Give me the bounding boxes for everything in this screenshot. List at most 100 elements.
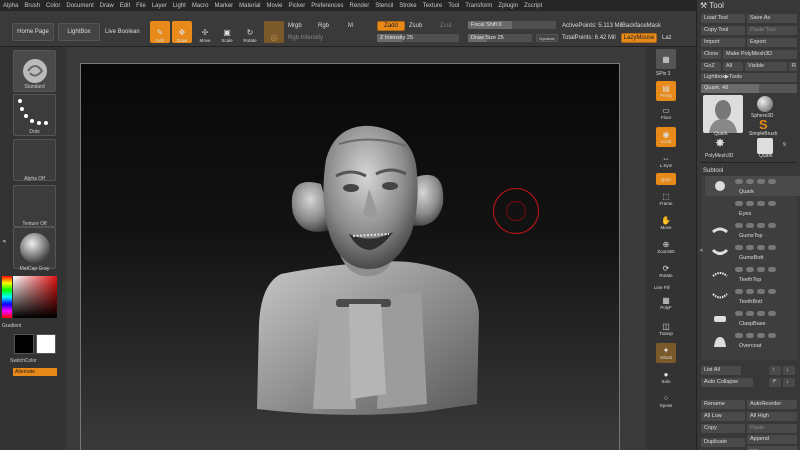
- zoom3d-button[interactable]: ⊕ Zoom3D: [656, 237, 676, 257]
- list-all-button[interactable]: List All: [701, 366, 741, 375]
- paste-button[interactable]: Paste: [747, 424, 797, 433]
- menu-color[interactable]: Color: [46, 3, 60, 9]
- material-thumbnail[interactable]: [13, 227, 56, 269]
- dynamic-button[interactable]: Dynamic: [536, 34, 558, 42]
- menu-stencil[interactable]: Stencil: [375, 3, 393, 9]
- menu-document[interactable]: Document: [66, 3, 93, 9]
- view-rotate-button[interactable]: ⟳ Rotate: [656, 261, 676, 281]
- menu-file[interactable]: File: [136, 3, 146, 9]
- menu-transform[interactable]: Transform: [465, 3, 492, 9]
- gradient-label[interactable]: Gradient: [2, 323, 45, 329]
- menu-light[interactable]: Light: [173, 3, 186, 9]
- tool-palette-header[interactable]: ⚒ Tool: [700, 1, 724, 10]
- menu-texture[interactable]: Texture: [423, 3, 443, 9]
- rgb-button[interactable]: Rgb: [318, 23, 329, 29]
- subtool-row[interactable]: GumsBott: [705, 242, 800, 262]
- bpr-button[interactable]: ▦: [656, 49, 676, 69]
- m-button[interactable]: M: [348, 23, 353, 29]
- solo-button[interactable]: ● Solo: [656, 367, 676, 387]
- lazymouse-button[interactable]: LazyMouse: [621, 33, 657, 43]
- subtool-row[interactable]: Quark: [705, 176, 800, 196]
- switch-color-button[interactable]: SwitchColor: [2, 358, 45, 364]
- append-button[interactable]: Append: [747, 435, 797, 444]
- menu-preferences[interactable]: Preferences: [311, 3, 343, 9]
- rename-button[interactable]: Rename: [701, 400, 745, 409]
- lightbox-button[interactable]: LightBox: [58, 23, 100, 41]
- alternate-button[interactable]: Alternate: [13, 368, 57, 376]
- move-up-icon[interactable]: ↑: [769, 366, 781, 375]
- focal-shift-slider[interactable]: Focal Shift 0: [468, 21, 556, 29]
- sphere3d-icon[interactable]: [757, 96, 773, 112]
- auto-reorder-button[interactable]: AutoReorder: [747, 400, 797, 409]
- zsub-button[interactable]: Zsub: [409, 23, 422, 29]
- arrow-right-icon[interactable]: ↱: [769, 378, 781, 387]
- move-down-icon[interactable]: ↓: [783, 366, 795, 375]
- menu-stroke[interactable]: Stroke: [399, 3, 416, 9]
- subtool-header[interactable]: Subtool: [703, 168, 723, 174]
- tool-thumb-quark[interactable]: [703, 95, 743, 133]
- floor-button[interactable]: ▭ Floor: [656, 103, 676, 123]
- menu-picker[interactable]: Picker: [289, 3, 306, 9]
- all-low-button[interactable]: All Low: [701, 412, 745, 421]
- paste-tool-button[interactable]: Paste Tool: [747, 26, 797, 35]
- auto-collapse-button[interactable]: Auto Collapse: [701, 378, 753, 387]
- menu-draw[interactable]: Draw: [100, 3, 114, 9]
- visible-button[interactable]: Visible: [745, 62, 787, 71]
- laz-slider[interactable]: Laz: [662, 35, 672, 41]
- menu-marker[interactable]: Marker: [214, 3, 233, 9]
- scale-button[interactable]: ▣ Scale: [217, 21, 237, 43]
- lsym-button[interactable]: ⇔ L.Sym: [656, 151, 676, 171]
- alpha-thumbnail[interactable]: [13, 139, 56, 181]
- xyz-button[interactable]: Qxyz: [656, 173, 676, 185]
- subtool-row[interactable]: GumsTop: [705, 220, 800, 240]
- frame-button[interactable]: ⬚ Frame: [656, 189, 676, 209]
- export-button[interactable]: Export: [747, 38, 797, 47]
- main-color-swatch[interactable]: [14, 334, 34, 354]
- make-polymesh-button[interactable]: Make PolyMesh3D: [723, 50, 797, 59]
- persp-button[interactable]: ▤ Persp: [656, 81, 676, 101]
- transp-button[interactable]: ◫ Transp: [656, 319, 676, 339]
- polyf-button[interactable]: ▦ PolyF: [656, 293, 676, 313]
- secondary-color-swatch[interactable]: [36, 334, 56, 354]
- view-move-button[interactable]: ✋ Move: [656, 213, 676, 233]
- r-button[interactable]: R: [789, 62, 797, 71]
- copy-button[interactable]: Copy: [701, 424, 745, 433]
- insert-button[interactable]: Insert: [747, 446, 797, 450]
- menu-brush[interactable]: Brush: [24, 3, 40, 9]
- menu-layer[interactable]: Layer: [152, 3, 167, 9]
- local-button[interactable]: ◉ Local: [656, 127, 676, 147]
- copy-tool-button[interactable]: Copy Tool: [701, 26, 745, 35]
- xpose-button[interactable]: ⁘ Xpose: [656, 391, 676, 411]
- load-tool-button[interactable]: Load Tool: [701, 14, 745, 23]
- hue-strip[interactable]: [2, 276, 12, 318]
- save-as-button[interactable]: Save As: [747, 14, 797, 23]
- subtool-row[interactable]: Eyes: [705, 198, 800, 218]
- goz-button[interactable]: GoZ: [701, 62, 721, 71]
- mrgb-button[interactable]: Mrgb: [288, 23, 302, 29]
- menu-render[interactable]: Render: [350, 3, 370, 9]
- rotate-button[interactable]: ↻ Rotate: [240, 21, 260, 43]
- subtool-row[interactable]: ClaspBase: [705, 308, 800, 328]
- material-sphere-button[interactable]: ◎: [264, 21, 284, 43]
- move-button[interactable]: ✢ Move: [195, 21, 215, 43]
- menu-material[interactable]: Material: [239, 3, 260, 9]
- subtool-row[interactable]: Overcoat: [705, 330, 800, 350]
- lightbox-tools-button[interactable]: Lightbox▶Tools: [701, 73, 797, 82]
- menu-movie[interactable]: Movie: [267, 3, 283, 9]
- zadd-button[interactable]: Zadd: [377, 21, 405, 31]
- line-fill-button[interactable]: Line Fill: [654, 285, 670, 290]
- clone-button[interactable]: Clone: [701, 50, 721, 59]
- draw-size-slider[interactable]: Draw Size 25: [468, 34, 532, 42]
- menu-alpha[interactable]: Alpha: [3, 3, 18, 9]
- menu-zscript[interactable]: Zscript: [524, 3, 542, 9]
- zcut-button[interactable]: Zcut: [440, 23, 452, 29]
- viewport-canvas[interactable]: [80, 63, 620, 450]
- polymesh3d-icon[interactable]: ✸: [715, 136, 725, 150]
- spix-slider[interactable]: SPix 3: [656, 71, 670, 77]
- rgb-intensity-slider[interactable]: Rgb Intensity: [288, 35, 323, 41]
- z-intensity-slider[interactable]: Z Intensity 25: [377, 34, 459, 42]
- home-page-button[interactable]: Home Page: [12, 23, 54, 41]
- menu-edit[interactable]: Edit: [120, 3, 130, 9]
- menu-zplugin[interactable]: Zplugin: [498, 3, 518, 9]
- menu-macro[interactable]: Macro: [192, 3, 209, 9]
